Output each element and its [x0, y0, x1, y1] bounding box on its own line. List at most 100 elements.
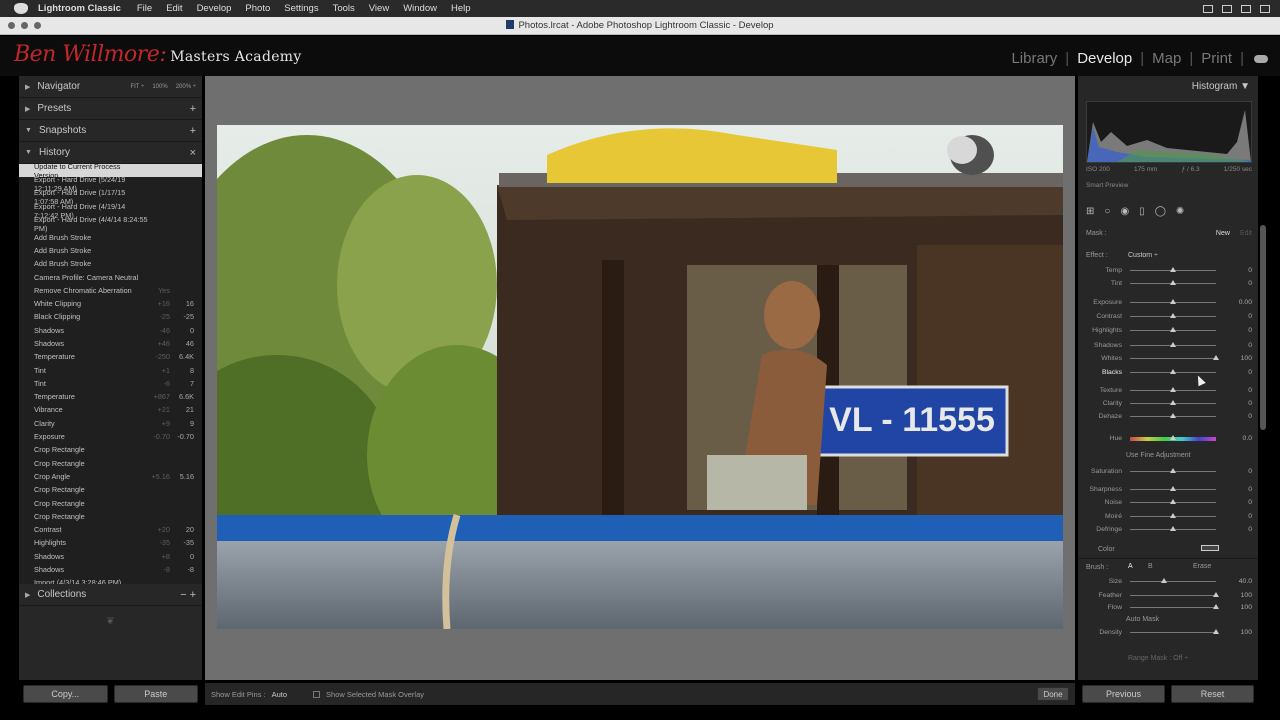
slider-value[interactable]: 0: [1230, 342, 1252, 349]
slider-thumb[interactable]: [1213, 354, 1219, 360]
history-item[interactable]: Shadows +8 0: [19, 550, 202, 563]
slider-track[interactable]: [1130, 498, 1216, 504]
slider-value[interactable]: 40.0: [1230, 578, 1252, 585]
history-item[interactable]: Contrast +20 20: [19, 523, 202, 536]
slider-track[interactable]: [1130, 266, 1216, 272]
navigator-header[interactable]: ▶ Navigator FIT ÷ 100% 200% ÷: [19, 76, 202, 98]
menu-develop[interactable]: Develop: [197, 3, 232, 14]
slider-thumb[interactable]: [1170, 467, 1176, 473]
slider-track[interactable]: [1130, 628, 1219, 634]
smart-preview-status[interactable]: Smart Preview: [1086, 182, 1128, 189]
history-item[interactable]: Shadows -8 -8: [19, 563, 202, 576]
history-item[interactable]: Tint +1 8: [19, 363, 202, 376]
history-item[interactable]: Import (4/3/14 3:28:46 PM): [19, 576, 202, 584]
slider-value[interactable]: 0: [1230, 327, 1252, 334]
history-item[interactable]: Crop Rectangle: [19, 483, 202, 496]
slider-track[interactable]: [1130, 434, 1216, 441]
slider-value[interactable]: 0: [1230, 387, 1252, 394]
overlay-checkbox[interactable]: [313, 690, 321, 698]
history-item[interactable]: Clarity +9 9: [19, 417, 202, 430]
zoom-100[interactable]: 100%: [152, 84, 167, 90]
menu-file[interactable]: File: [137, 3, 152, 14]
slider-thumb[interactable]: [1170, 485, 1176, 491]
copy-button[interactable]: Copy...: [23, 685, 108, 703]
slider-thumb[interactable]: [1170, 525, 1176, 531]
slider-value[interactable]: 100: [1230, 629, 1252, 636]
slider-track[interactable]: [1130, 326, 1216, 332]
mask-new-button[interactable]: New: [1216, 230, 1230, 237]
slider-thumb[interactable]: [1170, 298, 1176, 304]
brush-b-tab[interactable]: B: [1148, 563, 1153, 570]
erase-tab[interactable]: Erase: [1193, 563, 1211, 570]
search-icon[interactable]: [1241, 4, 1251, 13]
slider-track[interactable]: [1130, 354, 1219, 360]
history-item[interactable]: Shadows +46 46: [19, 337, 202, 350]
slider-track[interactable]: [1130, 467, 1216, 473]
apple-icon[interactable]: [14, 3, 28, 14]
slider-thumb[interactable]: [1170, 434, 1176, 440]
history-item[interactable]: Add Brush Stroke: [19, 244, 202, 257]
slider-thumb[interactable]: [1161, 577, 1168, 583]
minimize-window-button[interactable]: [21, 22, 28, 29]
brush-slider-density[interactable]: Density 100: [1086, 627, 1252, 637]
slider-thumb[interactable]: [1170, 279, 1176, 285]
slider-dehaze[interactable]: Dehaze 0: [1086, 411, 1252, 421]
slider-exposure[interactable]: Exposure 0.00: [1086, 297, 1252, 307]
fine-adjustment-checkbox[interactable]: Use Fine Adjustment: [1126, 452, 1191, 459]
slider-thumb[interactable]: [1170, 399, 1176, 405]
history-item[interactable]: Shadows -46 0: [19, 324, 202, 337]
slider-tint[interactable]: Tint 0: [1086, 278, 1252, 288]
slider-saturation[interactable]: Saturation 0: [1086, 466, 1252, 476]
menu-window[interactable]: Window: [403, 3, 437, 14]
slider-thumb[interactable]: [1170, 368, 1176, 374]
module-map[interactable]: Map: [1144, 50, 1189, 67]
history-item[interactable]: White Clipping +16 16: [19, 297, 202, 310]
brush-slider-size[interactable]: Size 40.0: [1086, 576, 1252, 586]
slider-track[interactable]: [1130, 525, 1216, 531]
paste-button[interactable]: Paste: [113, 685, 198, 703]
history-item[interactable]: Remove Chromatic Aberration Yes: [19, 284, 202, 297]
slider-whites[interactable]: Whites 100: [1086, 353, 1252, 363]
slider-track[interactable]: [1130, 591, 1219, 597]
slider-thumb[interactable]: [1213, 603, 1219, 609]
zoom-200[interactable]: 200% ÷: [176, 84, 196, 90]
slider-track[interactable]: [1130, 386, 1216, 392]
slider-value[interactable]: 0: [1230, 280, 1252, 287]
slider-blacks[interactable]: Blacks 0: [1086, 367, 1252, 377]
close-window-button[interactable]: [8, 22, 15, 29]
module-library[interactable]: Library: [1003, 50, 1065, 67]
menu-settings[interactable]: Settings: [284, 3, 318, 14]
graduated-filter-icon[interactable]: ▯: [1139, 206, 1145, 217]
slider-value[interactable]: 100: [1230, 592, 1252, 599]
slider-track[interactable]: [1130, 485, 1216, 491]
slider-value[interactable]: 0: [1230, 413, 1252, 420]
history-item[interactable]: Crop Rectangle: [19, 496, 202, 509]
history-item[interactable]: Temperature -250 6.4K: [19, 350, 202, 363]
history-header[interactable]: ▼ History ×: [19, 142, 202, 164]
done-button[interactable]: Done: [1037, 687, 1069, 701]
menu-app[interactable]: Lightroom Classic: [38, 3, 121, 14]
slider-track[interactable]: [1130, 312, 1216, 318]
collections-add-icon[interactable]: − +: [180, 589, 196, 601]
menu-view[interactable]: View: [369, 3, 389, 14]
slider-defringe[interactable]: Defringe 0: [1086, 524, 1252, 534]
history-item[interactable]: Add Brush Stroke: [19, 257, 202, 270]
slider-value[interactable]: 0: [1230, 267, 1252, 274]
history-item[interactable]: Vibrance +21 21: [19, 403, 202, 416]
slider-thumb[interactable]: [1170, 498, 1176, 504]
range-mask-select[interactable]: Range Mask : Off ÷: [1128, 655, 1188, 662]
histogram-header[interactable]: Histogram ▼: [1192, 81, 1250, 92]
history-item[interactable]: Crop Rectangle: [19, 443, 202, 456]
slider-value[interactable]: 0: [1230, 468, 1252, 475]
brush-a-tab[interactable]: A: [1128, 563, 1133, 570]
slider-track[interactable]: [1130, 412, 1216, 418]
slider-value[interactable]: 0: [1230, 499, 1252, 506]
slider-track[interactable]: [1130, 577, 1216, 583]
brush-slider-feather[interactable]: Feather 100: [1086, 590, 1252, 600]
slider-value[interactable]: 0: [1230, 486, 1252, 493]
control-center-icon[interactable]: [1203, 4, 1213, 13]
zoom-fit[interactable]: FIT ÷: [130, 84, 144, 90]
history-item[interactable]: Camera Profile: Camera Neutral: [19, 270, 202, 283]
slider-track[interactable]: [1130, 279, 1216, 285]
slider-value[interactable]: 0: [1230, 313, 1252, 320]
